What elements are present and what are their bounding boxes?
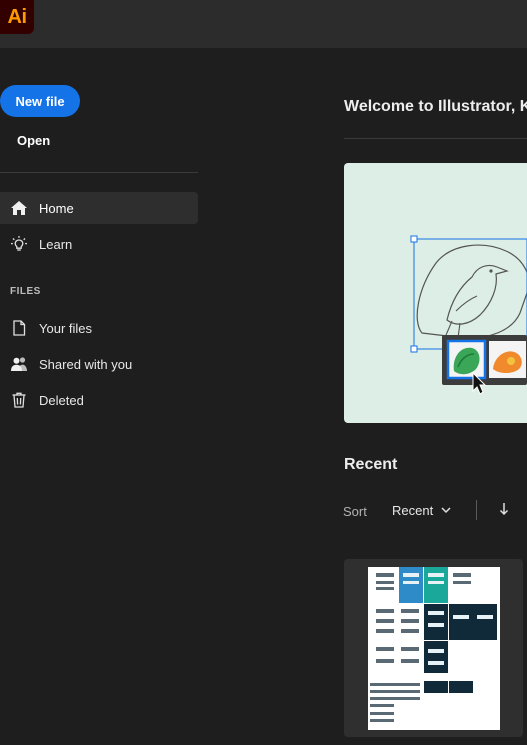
lightbulb-icon xyxy=(10,235,28,253)
sort-dropdown[interactable]: Recent xyxy=(392,503,451,518)
sidebar-item-learn[interactable]: Learn xyxy=(0,228,198,260)
arrow-down-icon xyxy=(499,502,509,521)
users-icon xyxy=(10,355,28,373)
file-thumbnail xyxy=(368,567,500,730)
sidebar-item-home[interactable]: Home xyxy=(0,192,198,224)
sort-value: Recent xyxy=(392,503,434,518)
top-bar: Ai xyxy=(0,0,527,48)
sidebar-divider xyxy=(0,172,198,173)
sort-direction-button[interactable] xyxy=(498,502,510,521)
sidebar-item-label: Deleted xyxy=(39,392,84,408)
chevron-down-icon xyxy=(441,503,451,518)
trash-icon xyxy=(10,391,28,409)
home-icon xyxy=(10,199,28,217)
bird-illustration xyxy=(410,235,527,395)
sidebar-item-label: Home xyxy=(39,200,74,216)
sidebar-item-shared[interactable]: Shared with you xyxy=(0,348,198,380)
sidebar-item-label: Shared with you xyxy=(39,356,133,372)
sort-label: Sort xyxy=(343,504,367,519)
sidebar: New file Open Home Learn FILES Your file… xyxy=(0,48,200,745)
sidebar-item-your-files[interactable]: Your files xyxy=(0,312,198,344)
new-file-button[interactable]: New file xyxy=(0,85,80,117)
welcome-divider xyxy=(344,138,527,139)
recent-heading: Recent xyxy=(344,456,398,473)
welcome-heading: Welcome to Illustrator, K xyxy=(344,98,527,115)
files-section-label: FILES xyxy=(10,286,41,297)
sidebar-item-deleted[interactable]: Deleted xyxy=(0,384,198,416)
hero-banner[interactable] xyxy=(344,163,527,423)
sidebar-item-label: Your files xyxy=(39,320,92,336)
recent-file-card[interactable] xyxy=(344,559,523,737)
open-button[interactable]: Open xyxy=(17,133,50,148)
illustrator-logo[interactable]: Ai xyxy=(0,0,34,34)
main-content: Welcome to Illustrator, K Recent Sort Re… xyxy=(200,48,527,745)
sort-separator xyxy=(476,500,477,520)
sidebar-item-label: Learn xyxy=(39,236,73,252)
document-icon xyxy=(10,319,28,337)
